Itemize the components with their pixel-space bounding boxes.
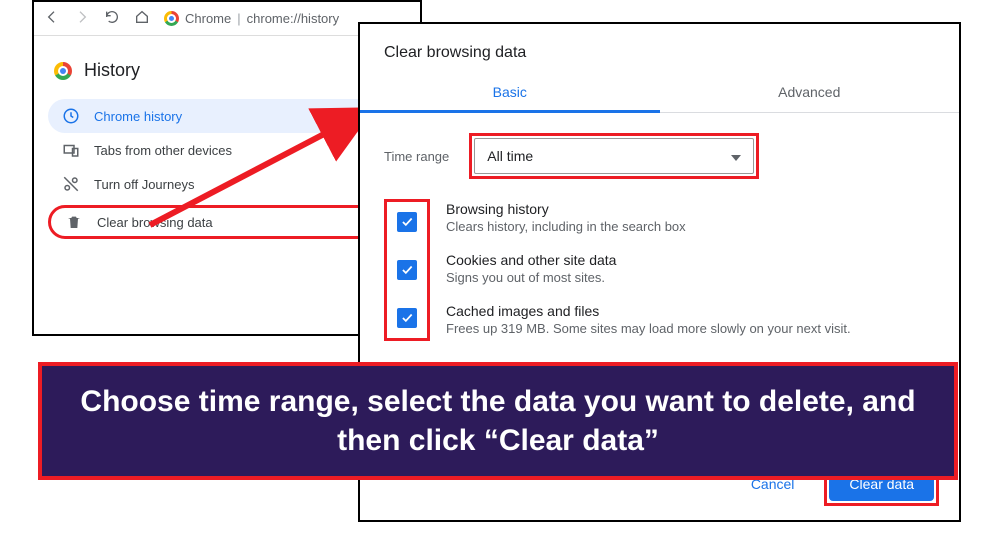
sidebar-item-tabs-other-devices[interactable]: Tabs from other devices xyxy=(48,133,406,167)
chevron-down-icon xyxy=(731,148,741,164)
time-range-value: All time xyxy=(487,148,533,164)
highlight-checkboxes xyxy=(384,199,430,341)
annotation-text: Choose time range, select the data you w… xyxy=(72,382,924,460)
sidebar-item-label: Turn off Journeys xyxy=(94,177,194,192)
home-icon[interactable] xyxy=(134,9,150,28)
option-desc: Frees up 319 MB. Some sites may load mor… xyxy=(446,321,851,336)
sidebar-item-label: Chrome history xyxy=(94,109,182,124)
option-title: Cached images and files xyxy=(446,303,851,319)
chrome-icon xyxy=(164,11,179,26)
clock-icon xyxy=(62,107,80,125)
option-desc: Signs you out of most sites. xyxy=(446,270,851,285)
back-icon[interactable] xyxy=(44,9,60,28)
tab-basic[interactable]: Basic xyxy=(360,74,660,113)
address-path: chrome://history xyxy=(247,11,339,26)
sidebar-item-label: Clear browsing data xyxy=(97,215,213,230)
sidebar-item-label: Tabs from other devices xyxy=(94,143,232,158)
checkbox-cached[interactable] xyxy=(397,308,417,328)
annotation-banner: Choose time range, select the data you w… xyxy=(38,362,958,480)
sidebar-item-chrome-history[interactable]: Chrome history xyxy=(48,99,406,133)
time-range-select[interactable]: All time xyxy=(474,138,754,174)
devices-icon xyxy=(62,141,80,159)
option-title: Cookies and other site data xyxy=(446,252,851,268)
tab-advanced[interactable]: Advanced xyxy=(660,74,960,112)
time-range-label: Time range xyxy=(384,149,449,164)
highlight-time-range: All time xyxy=(469,133,759,179)
chrome-icon xyxy=(54,62,72,80)
reload-icon[interactable] xyxy=(104,9,120,28)
sidebar-item-clear-browsing-data[interactable]: Clear browsing data xyxy=(48,205,406,239)
forward-icon[interactable] xyxy=(74,9,90,28)
trash-icon xyxy=(65,213,83,231)
option-title: Browsing history xyxy=(446,201,851,217)
address-bar[interactable]: Chrome | chrome://history xyxy=(164,11,339,26)
sidebar-item-turn-off-journeys[interactable]: Turn off Journeys xyxy=(48,167,406,201)
journeys-off-icon xyxy=(62,175,80,193)
dialog-title: Clear browsing data xyxy=(360,24,959,74)
checkbox-browsing-history[interactable] xyxy=(397,212,417,232)
page-title: History xyxy=(84,60,140,81)
address-prefix: Chrome xyxy=(185,11,231,26)
option-desc: Clears history, including in the search … xyxy=(446,219,851,234)
checkbox-cookies[interactable] xyxy=(397,260,417,280)
